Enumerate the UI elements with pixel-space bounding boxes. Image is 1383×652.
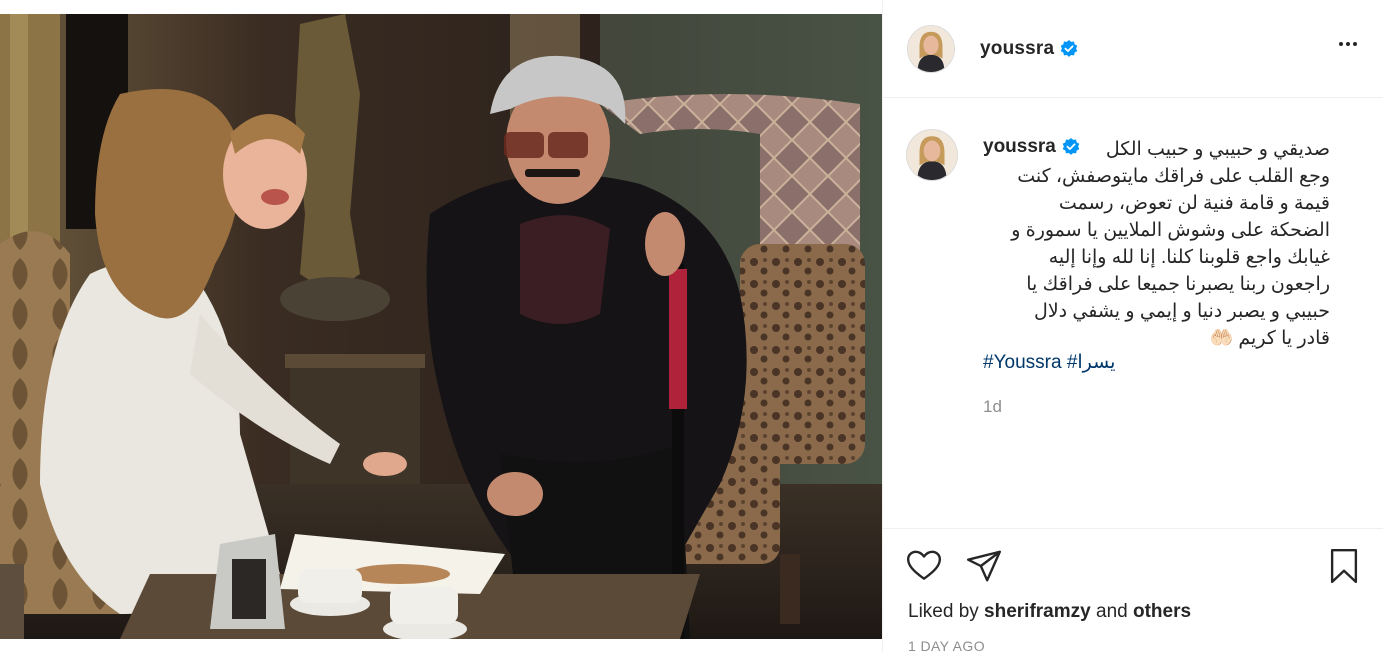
- like-button[interactable]: [905, 547, 943, 585]
- caption-avatar[interactable]: [906, 129, 958, 181]
- caption-body: صديقي و حبيبي و حبيب الكل وجع القلب على …: [1011, 139, 1330, 349]
- caption-text-block: صديقي و حبيبي و حبيب الكل وجع القلب على …: [982, 136, 1330, 352]
- liked-by-and: and: [1090, 601, 1133, 622]
- paper-plane-icon: [966, 550, 1002, 582]
- more-options-icon: [1339, 42, 1343, 46]
- share-button[interactable]: [965, 547, 1003, 585]
- liked-by-line: Liked by sheriframzy and others: [908, 601, 1191, 623]
- post-photo[interactable]: [0, 14, 882, 639]
- post-actions: Liked by sheriframzy and others 1 DAY AG…: [883, 528, 1383, 652]
- caption-hashtags: #Youssra #يسرا: [983, 351, 1115, 375]
- avatar-image: [908, 25, 954, 72]
- instagram-post: youssra صديقي و حبيبي و حبيب الكل وجع ال…: [0, 0, 1383, 652]
- caption-author: youssra: [983, 136, 1084, 158]
- post-photo-illustration: [0, 14, 882, 639]
- bookmark-icon: [1330, 548, 1358, 584]
- more-options-icon: [1353, 42, 1357, 46]
- liked-by-prefix: Liked by: [908, 601, 985, 622]
- caption-username[interactable]: youssra: [983, 136, 1056, 158]
- caption-section: صديقي و حبيبي و حبيب الكل وجع القلب على …: [883, 99, 1383, 527]
- post-side-panel: youssra صديقي و حبيبي و حبيب الكل وجع ال…: [882, 0, 1383, 652]
- header-username[interactable]: youssra: [980, 38, 1054, 60]
- post-header: youssra: [883, 0, 1383, 98]
- liked-by-others-link[interactable]: others: [1133, 601, 1191, 622]
- save-button[interactable]: [1325, 547, 1363, 585]
- hashtag-link[interactable]: #يسرا: [1067, 352, 1116, 373]
- post-media: [0, 0, 882, 652]
- more-options-button[interactable]: [1336, 32, 1360, 56]
- profile-avatar[interactable]: [907, 24, 955, 73]
- liked-by-user-link[interactable]: sheriframzy: [984, 601, 1091, 622]
- verified-badge-icon: [1062, 138, 1080, 155]
- heart-icon: [906, 550, 942, 580]
- verified-badge-icon: [1061, 39, 1078, 57]
- avatar-image: [907, 130, 957, 180]
- post-timestamp[interactable]: 1 DAY AGO: [908, 638, 985, 652]
- more-options-icon: [1346, 42, 1350, 46]
- hashtag-link[interactable]: #Youssra: [983, 352, 1062, 373]
- caption-age[interactable]: 1d: [983, 397, 1002, 417]
